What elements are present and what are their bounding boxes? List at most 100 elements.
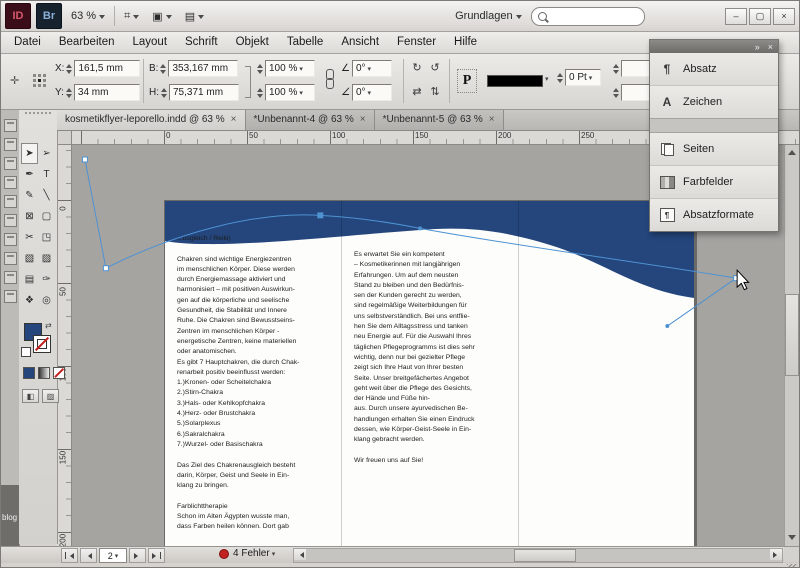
screen-mode-button[interactable]: ▣ [148, 8, 175, 25]
menu-item-hilfe[interactable]: Hilfe [445, 33, 486, 51]
scroll-down-button[interactable] [785, 533, 798, 546]
panel-item-seiten[interactable]: Seiten [650, 133, 778, 165]
stroke-weight-field[interactable]: 0 Pt [557, 69, 601, 86]
dock-panel-icon[interactable] [4, 271, 17, 284]
flip-vertical-button[interactable]: ⇅ [427, 84, 443, 99]
dock-panel-icon[interactable] [4, 119, 17, 132]
height-field[interactable]: H: 75,371 mm [149, 84, 239, 101]
reference-point-proxy[interactable] [33, 74, 46, 87]
dock-panel-icon[interactable] [4, 138, 17, 151]
gradient-tool[interactable]: ▧ [21, 248, 38, 269]
frame-tool[interactable]: ⊠ [21, 206, 38, 227]
restore-button[interactable]: ▢ [749, 8, 771, 25]
scale-y-field[interactable]: 100 % [257, 84, 315, 101]
swap-fill-stroke-icon[interactable]: ⇄ [45, 321, 52, 330]
apply-gradient-button[interactable] [38, 367, 50, 379]
tab-close-icon[interactable]: × [360, 115, 366, 125]
apply-color-button[interactable] [23, 367, 35, 379]
constrain-scale-link-icon[interactable] [325, 69, 334, 89]
zoom-tool[interactable]: ◎ [38, 290, 55, 311]
close-button[interactable]: × [773, 8, 795, 25]
menu-item-ansicht[interactable]: Ansicht [332, 33, 388, 51]
scroll-left-button[interactable] [294, 549, 306, 560]
path-control-handle[interactable] [665, 324, 669, 328]
view-options-button[interactable]: ⌗ [120, 8, 143, 25]
rectangle-tool[interactable]: ▢ [38, 206, 55, 227]
x-stepper[interactable] [66, 61, 72, 77]
dock-panel-icon[interactable] [4, 233, 17, 246]
path-anchor-point[interactable] [103, 266, 108, 271]
menu-item-schrift[interactable]: Schrift [176, 33, 227, 51]
ruler-origin-corner[interactable] [57, 130, 72, 145]
line-tool[interactable]: ╲ [38, 185, 55, 206]
horizontal-scroll-thumb[interactable] [514, 549, 576, 562]
path-anchor-point-selected[interactable] [318, 213, 323, 218]
menu-item-datei[interactable]: Datei [5, 33, 50, 51]
rotate-ccw-button[interactable]: ↺ [427, 60, 443, 75]
scroll-right-button[interactable] [770, 549, 782, 560]
arrange-documents-button[interactable]: ▤ [181, 8, 208, 25]
note-tool[interactable]: ▤ [21, 269, 38, 290]
tab-unbenannt-5[interactable]: *Unbenannt-5 @ 63 % × [375, 109, 504, 130]
menu-item-fenster[interactable]: Fenster [388, 33, 445, 51]
rotation-angle-field[interactable]: ∠ 0° [341, 60, 392, 77]
apply-none-button[interactable] [53, 367, 65, 379]
eyedropper-tool[interactable]: ✑ [38, 269, 55, 290]
default-fill-stroke-icon[interactable] [21, 347, 31, 357]
dock-panel-icon[interactable] [4, 176, 17, 189]
hand-tool[interactable]: ❖ [21, 290, 38, 311]
stroke-color-swatch[interactable] [487, 75, 543, 87]
resize-grip[interactable] [787, 564, 797, 568]
pen-tool[interactable]: ✒ [21, 164, 38, 185]
panel-item-absatzformate[interactable]: ¶ Absatzformate [650, 198, 778, 231]
stroke-swatch-caret[interactable] [543, 72, 549, 84]
search-input[interactable] [551, 10, 625, 23]
panel-item-zeichen[interactable]: A Zeichen [650, 85, 778, 118]
preview-view-button[interactable]: ▨ [42, 389, 59, 403]
previous-page-button[interactable] [80, 548, 97, 563]
select-container-button[interactable]: P [457, 69, 477, 93]
y-stepper[interactable] [66, 85, 72, 101]
width-field[interactable]: B: 353,167 mm [149, 60, 238, 77]
tab-unbenannt-4[interactable]: *Unbenannt-4 @ 63 % × [246, 109, 375, 130]
x-position-field[interactable]: X: 161,5 mm [55, 60, 140, 77]
path-anchor-point[interactable] [82, 157, 87, 162]
toolbox-grip[interactable] [25, 112, 51, 120]
pencil-tool[interactable]: ✎ [21, 185, 38, 206]
tab-close-icon[interactable]: × [231, 115, 237, 125]
stroke-color-swatch-toolbox[interactable] [33, 335, 51, 353]
scale-x-field[interactable]: 100 % [257, 60, 315, 77]
page-number-field[interactable]: 2 [99, 548, 127, 563]
panel-item-farbfelder[interactable]: Farbfelder [650, 165, 778, 198]
panel-close-icon[interactable]: × [768, 42, 773, 52]
menu-item-objekt[interactable]: Objekt [227, 33, 278, 51]
dock-panel-icon[interactable] [4, 195, 17, 208]
width-stepper[interactable] [160, 61, 166, 77]
normal-view-button[interactable]: ◧ [22, 389, 39, 403]
dock-panel-icon[interactable] [4, 252, 17, 265]
first-page-button[interactable] [61, 548, 78, 563]
panel-item-absatz[interactable]: ¶ Absatz [650, 53, 778, 85]
zoom-level-dropdown[interactable]: 63 % [67, 8, 109, 24]
tab-kosmetikflyer[interactable]: kosmetikflyer-leporello.indd @ 63 % × [57, 109, 246, 130]
type-tool[interactable]: T [38, 164, 55, 185]
collapse-panels-icon[interactable]: » [755, 42, 760, 52]
direct-selection-tool[interactable]: ➢ [38, 143, 55, 164]
free-transform-tool[interactable]: ◳ [38, 227, 55, 248]
shear-angle-field[interactable]: ∠ 0° [341, 84, 392, 101]
gradient-feather-tool[interactable]: ▨ [38, 248, 55, 269]
selection-tool[interactable]: ➤ [21, 143, 38, 164]
y-position-field[interactable]: Y: 34 mm [55, 84, 140, 101]
extra-field-bottom[interactable] [613, 84, 653, 101]
vertical-scrollbar[interactable] [784, 144, 799, 546]
path-control-handle[interactable] [418, 226, 422, 230]
next-page-button[interactable] [129, 548, 146, 563]
menu-item-tabelle[interactable]: Tabelle [278, 33, 332, 51]
bridge-icon[interactable]: Br [36, 3, 62, 29]
minimize-button[interactable]: – [725, 8, 747, 25]
horizontal-scrollbar[interactable] [293, 548, 783, 563]
tab-close-icon[interactable]: × [489, 115, 495, 125]
vertical-ruler[interactable]: 0 50 100 150 200 [57, 144, 72, 546]
flip-horizontal-button[interactable]: ⇄ [409, 84, 425, 99]
preflight-status[interactable]: 4 Fehler [219, 548, 275, 559]
